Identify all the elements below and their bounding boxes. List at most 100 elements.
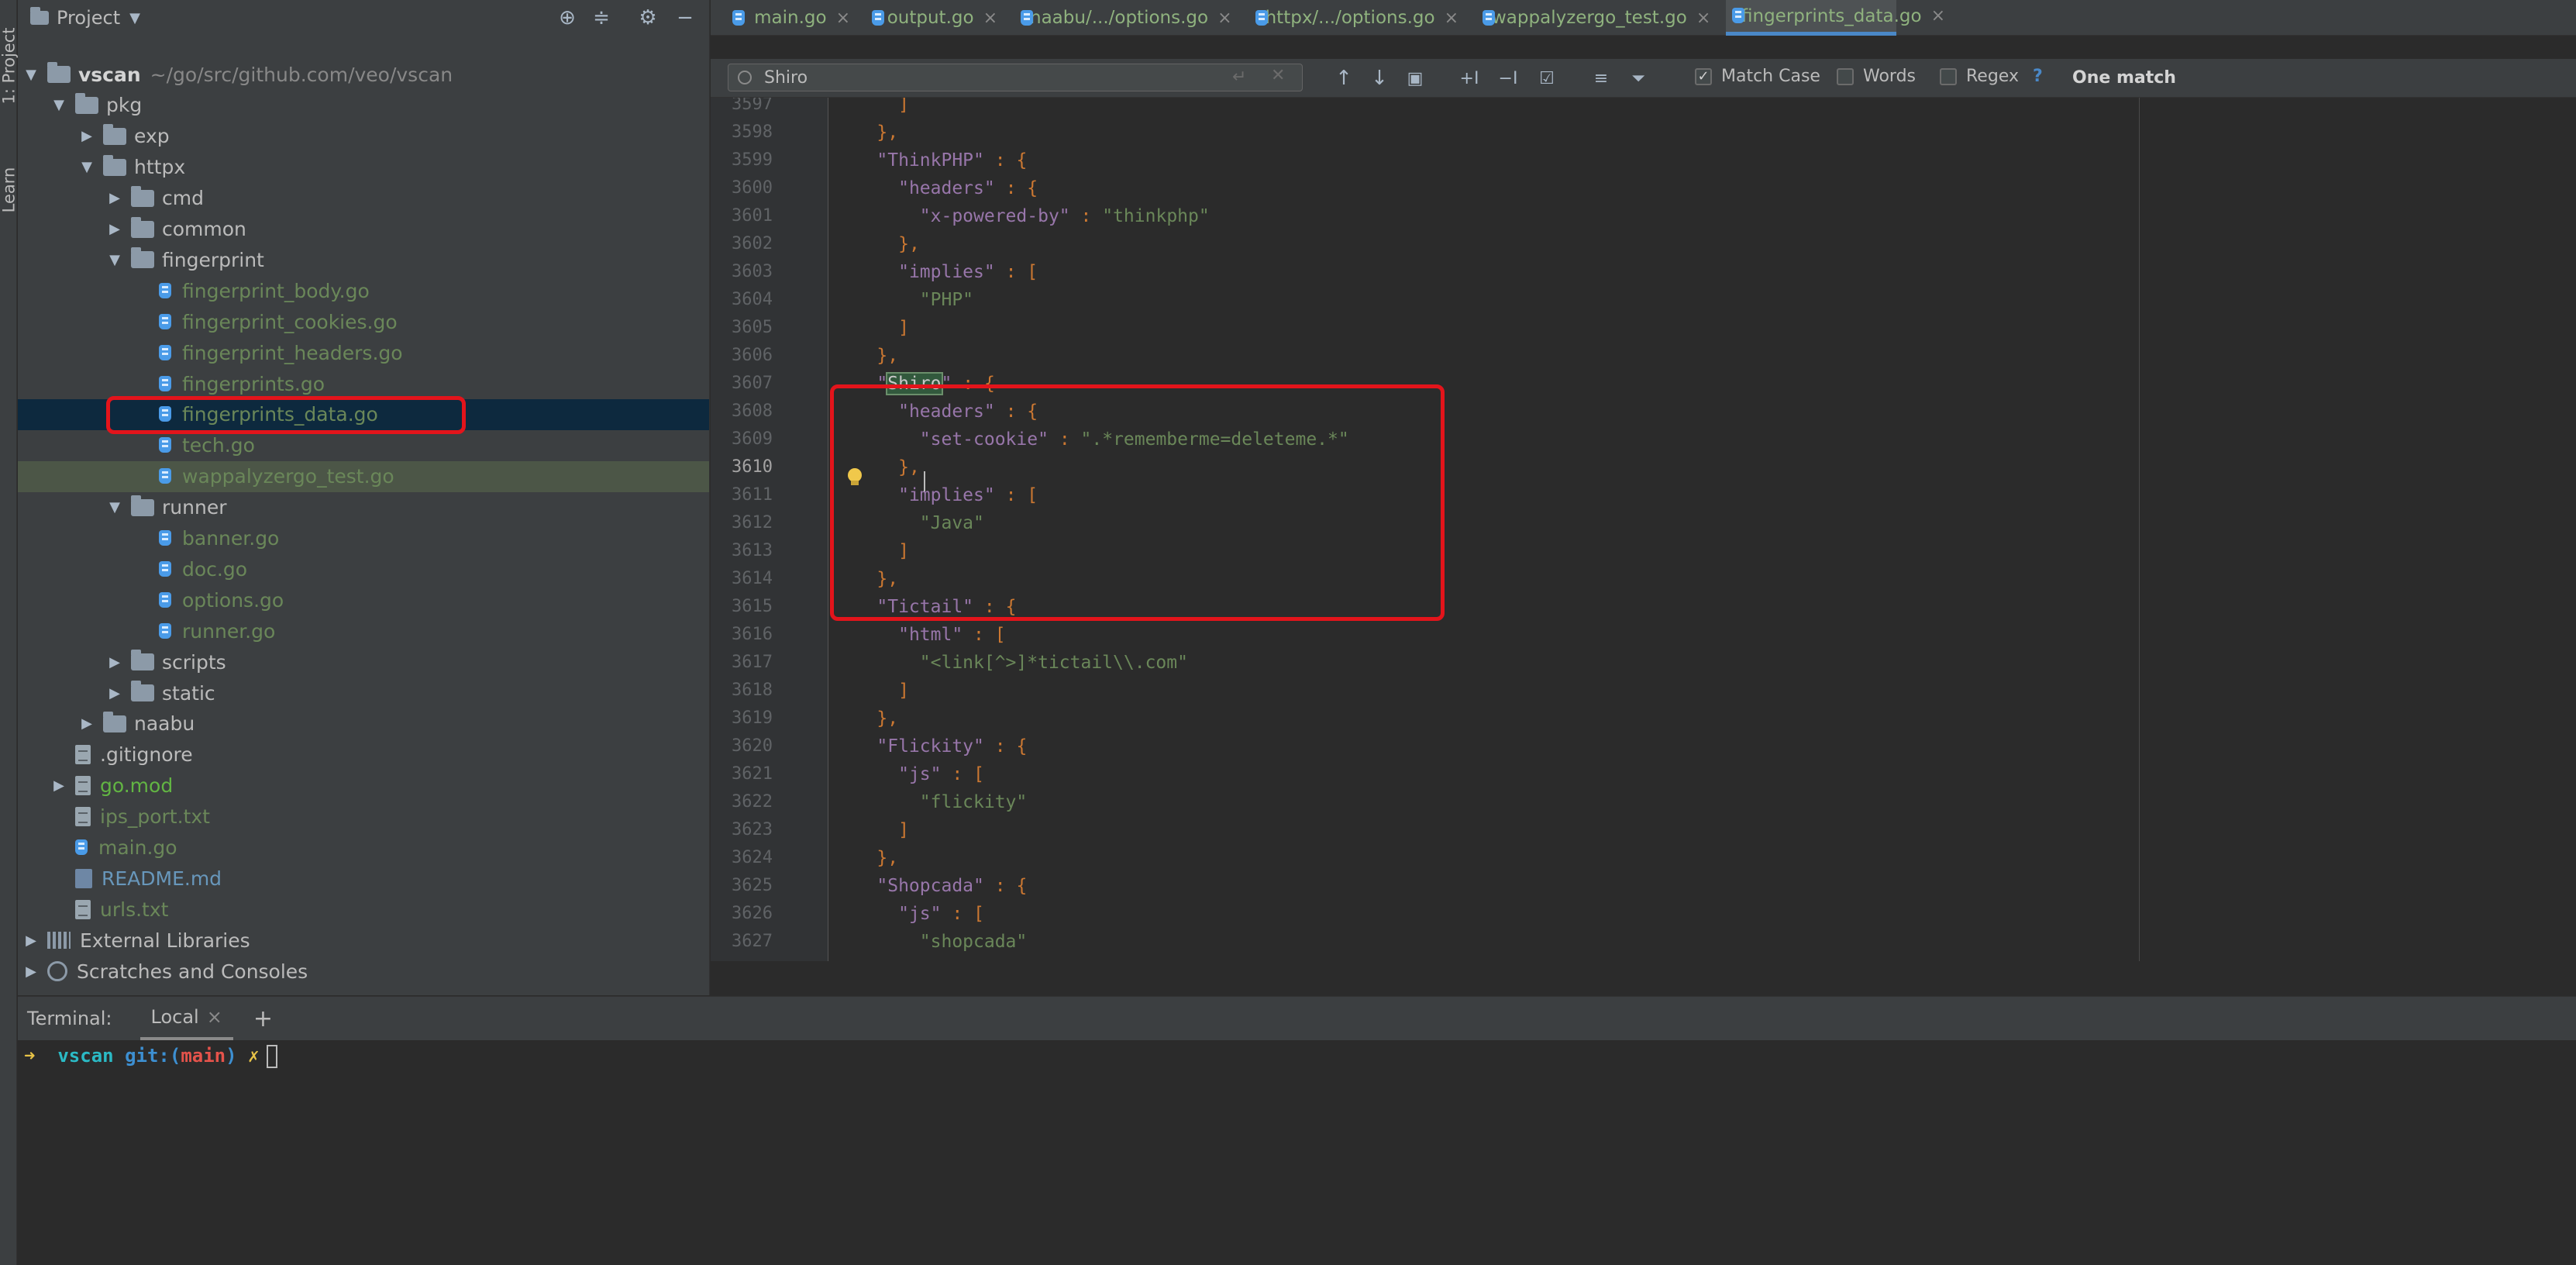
close-icon[interactable]: × xyxy=(836,9,850,28)
collapse-all-icon[interactable]: ≑ xyxy=(589,6,614,29)
code-line[interactable]: }, xyxy=(834,346,898,366)
tree-item-scripts[interactable]: ▶ scripts xyxy=(18,646,709,677)
search-input[interactable]: Shiro ↵ ✕ xyxy=(728,64,1303,91)
tree-item-tech-go[interactable]: tech.go xyxy=(18,430,709,461)
tree-item-urls-txt[interactable]: urls.txt xyxy=(18,894,709,925)
chevron-right-icon[interactable]: ▶ xyxy=(80,715,94,732)
code-line[interactable]: }, xyxy=(834,234,920,254)
regex-help-icon[interactable]: ? xyxy=(2033,67,2043,86)
tree-item-scratches-and-consoles[interactable]: ▶ Scratches and Consoles xyxy=(18,956,709,987)
chevron-right-icon[interactable]: ▶ xyxy=(24,932,38,949)
tree-item-runner-go[interactable]: runner.go xyxy=(18,615,709,646)
tree-item-fingerprint-headers-go[interactable]: fingerprint_headers.go xyxy=(18,337,709,368)
previous-occurrence-icon[interactable]: ↑ xyxy=(1331,65,1357,91)
tree-item-fingerprint-body-go[interactable]: fingerprint_body.go xyxy=(18,275,709,306)
regex-checkbox[interactable]: Regex xyxy=(1940,67,2019,86)
tab-wappalyzergo-test-go[interactable]: wappalyzergo_test.go × xyxy=(1476,0,1710,36)
code-line[interactable]: }, xyxy=(834,848,898,868)
code-line[interactable]: }, xyxy=(834,122,898,143)
tree-item-vscan[interactable]: ▼ vscan ~/go/src/github.com/veo/vscan xyxy=(18,59,709,90)
close-icon[interactable]: × xyxy=(1931,6,1945,26)
tree-item-httpx[interactable]: ▼ httpx xyxy=(18,152,709,183)
close-icon[interactable]: × xyxy=(207,1006,222,1028)
code-line[interactable]: "implies" : [ xyxy=(834,262,1038,282)
words-checkbox[interactable]: Words xyxy=(1837,67,1916,86)
chevron-right-icon[interactable]: ▶ xyxy=(108,190,122,206)
tree-item-fingerprints-go[interactable]: fingerprints.go xyxy=(18,368,709,399)
terminal-tab-local[interactable]: Local × xyxy=(139,997,233,1040)
newline-icon[interactable]: ↵ xyxy=(1232,67,1246,87)
tree-item-fingerprint-cookies-go[interactable]: fingerprint_cookies.go xyxy=(18,306,709,337)
filter-search-results-icon[interactable]: ≡ xyxy=(1588,65,1614,91)
tree-item-common[interactable]: ▶ common xyxy=(18,214,709,245)
project-tool-tab[interactable]: 1: Project xyxy=(0,23,18,109)
chevron-down-icon[interactable]: ▼ xyxy=(52,97,66,113)
chevron-down-icon[interactable]: ▼ xyxy=(80,159,94,175)
select-all-icon[interactable]: ☑ xyxy=(1534,65,1560,91)
code-line[interactable]: "shopcada" xyxy=(834,932,1027,952)
locate-icon[interactable]: ⊕ xyxy=(555,6,580,29)
chevron-down-icon[interactable]: ▼ xyxy=(24,67,38,83)
terminal-prompt[interactable]: ➜ vscan git:(main) ✗ xyxy=(24,1045,278,1068)
tab-main-go[interactable]: main.go × xyxy=(726,0,850,36)
match-case-box[interactable]: ✓ xyxy=(1695,67,1712,85)
tree-item-external-libraries[interactable]: ▶ External Libraries xyxy=(18,925,709,956)
tree-item-runner[interactable]: ▼ runner xyxy=(18,492,709,523)
close-icon[interactable]: × xyxy=(1217,9,1231,28)
tree-item-fingerprint[interactable]: ▼ fingerprint xyxy=(18,244,709,275)
code-line[interactable]: "Flickity" : { xyxy=(834,736,1027,757)
tree-item-pkg[interactable]: ▼ pkg xyxy=(18,90,709,121)
tree-item-banner-go[interactable]: banner.go xyxy=(18,523,709,554)
remove-selection-icon[interactable]: −Ⅰ xyxy=(1495,65,1521,91)
chevron-right-icon[interactable]: ▶ xyxy=(108,654,122,670)
add-selection-icon[interactable]: +Ⅰ xyxy=(1456,65,1483,91)
hide-panel-icon[interactable]: − xyxy=(673,6,697,29)
match-case-checkbox[interactable]: ✓ Match Case xyxy=(1695,67,1820,86)
code-line[interactable]: "js" : [ xyxy=(834,764,984,784)
tree-item-cmd[interactable]: ▶ cmd xyxy=(18,183,709,214)
code-line[interactable]: "<link[^>]*tictail\\.com" xyxy=(834,653,1188,673)
tree-item-naabu[interactable]: ▶ naabu xyxy=(18,708,709,739)
tab-output-go[interactable]: output.go × xyxy=(866,0,997,36)
code-line[interactable]: "flickity" xyxy=(834,792,1027,812)
filter-icon[interactable]: ⏷ xyxy=(1625,65,1651,91)
clear-search-icon[interactable]: ✕ xyxy=(1271,66,1285,85)
tree-item-readme-md[interactable]: README.md xyxy=(18,863,709,894)
words-box[interactable] xyxy=(1837,67,1854,85)
gear-icon[interactable]: ⚙ xyxy=(635,6,660,29)
tree-item-static[interactable]: ▶ static xyxy=(18,677,709,708)
close-icon[interactable]: × xyxy=(1696,9,1710,28)
new-terminal-icon[interactable]: + xyxy=(253,1005,273,1032)
tree-item-gitignore[interactable]: .gitignore xyxy=(18,739,709,770)
tree-item-ips-port-txt[interactable]: ips_port.txt xyxy=(18,801,709,832)
chevron-right-icon[interactable]: ▶ xyxy=(52,777,66,794)
code-line[interactable]: "html" : [ xyxy=(834,625,1006,645)
tab-httpx-options-go[interactable]: httpx/.../options.go × xyxy=(1249,0,1458,36)
tree-item-main-go[interactable]: main.go xyxy=(18,832,709,863)
code-line[interactable]: ] xyxy=(834,98,909,115)
code-line[interactable]: ] xyxy=(834,820,909,840)
chevron-right-icon[interactable]: ▶ xyxy=(108,685,122,701)
chevron-down-icon[interactable]: ▼ xyxy=(108,252,122,268)
tab-naabu-options-go[interactable]: naabu/.../options.go × xyxy=(1014,0,1232,36)
code-line[interactable]: "js" : [ xyxy=(834,904,984,924)
code-line[interactable]: }, xyxy=(834,708,898,729)
project-panel-title[interactable]: Project xyxy=(57,7,120,29)
code-line[interactable]: "Shopcada" : { xyxy=(834,876,1027,896)
close-icon[interactable]: × xyxy=(983,9,997,28)
code-line[interactable]: ] xyxy=(834,681,909,701)
code-line[interactable]: "x-powered-by" : "thinkphp" xyxy=(834,206,1210,226)
tree-item-options-go[interactable]: options.go xyxy=(18,584,709,615)
tree-item-exp[interactable]: ▶ exp xyxy=(18,121,709,152)
code-line[interactable]: "ThinkPHP" : { xyxy=(834,150,1027,171)
tree-item-go-mod[interactable]: ▶ go.mod xyxy=(18,770,709,801)
close-icon[interactable]: × xyxy=(1445,9,1458,28)
chevron-right-icon[interactable]: ▶ xyxy=(108,221,122,237)
learn-tool-tab[interactable]: Learn xyxy=(0,155,18,225)
code-line[interactable]: "headers" : { xyxy=(834,178,1038,198)
tree-item-wappalyzergo-test-go[interactable]: wappalyzergo_test.go xyxy=(18,460,709,492)
chevron-right-icon[interactable]: ▶ xyxy=(80,128,94,144)
tree-item-doc-go[interactable]: doc.go xyxy=(18,553,709,584)
select-all-occurrences-icon[interactable]: ▣ xyxy=(1402,65,1428,91)
chevron-down-icon[interactable]: ▼ xyxy=(129,10,140,26)
